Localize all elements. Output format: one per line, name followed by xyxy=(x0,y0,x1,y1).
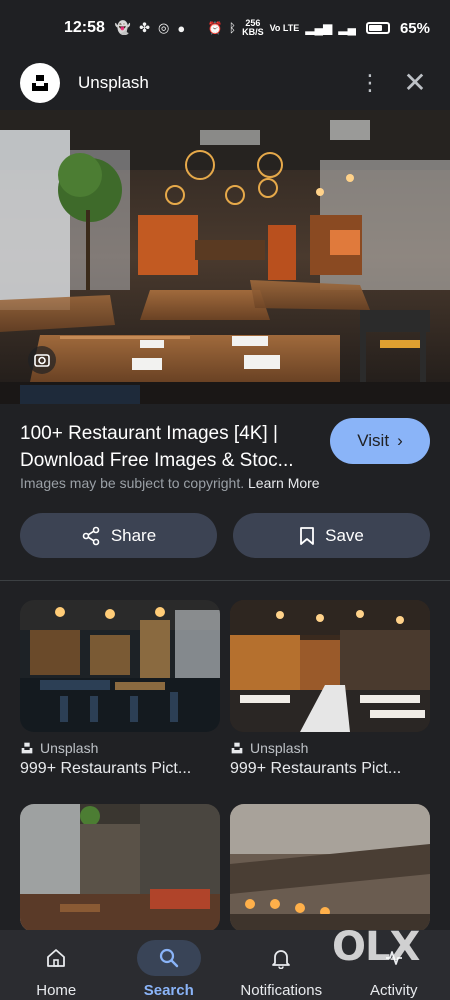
home-icon xyxy=(24,940,88,976)
restaurant-thumbnail xyxy=(20,804,220,932)
olx-watermark: OLX xyxy=(332,924,420,970)
net-speed: 256 KB/S xyxy=(242,18,264,37)
page-header: Unsplash ⋮ ✕ xyxy=(0,56,450,110)
nav-search[interactable]: Search xyxy=(113,930,226,1000)
restaurant-thumbnail xyxy=(230,804,430,932)
save-label: Save xyxy=(325,525,364,545)
site-name[interactable]: Unsplash xyxy=(78,73,350,93)
main-image[interactable] xyxy=(0,110,450,404)
related-source: Unsplash xyxy=(230,740,430,756)
related-source-label: Unsplash xyxy=(250,740,309,756)
related-source-label: Unsplash xyxy=(40,740,99,756)
related-image[interactable] xyxy=(230,804,430,932)
battery-percent: 65% xyxy=(399,19,430,37)
nav-notifications-label: Notifications xyxy=(240,982,323,999)
status-bar: 12:58 👻 ✤ ◎ ● ⏰ ᛒ 256 KB/S Vo LTE ▂▄▆ ▂▄ … xyxy=(0,0,450,56)
bookmark-icon xyxy=(300,526,315,545)
restaurant-thumbnail xyxy=(20,600,220,732)
nav-search-label: Search xyxy=(143,982,194,999)
action-row: Share Save xyxy=(20,513,430,558)
signal-icon: ▂▄▆ xyxy=(305,21,333,35)
lens-search-icon[interactable] xyxy=(28,346,56,374)
save-button[interactable]: Save xyxy=(233,513,430,558)
related-image[interactable] xyxy=(20,600,220,732)
unsplash-logo-icon xyxy=(32,75,48,91)
dot-icon: ● xyxy=(177,20,186,36)
result-title[interactable]: 100+ Restaurant Images [4K] | Download F… xyxy=(20,420,320,474)
close-icon[interactable]: ✕ xyxy=(400,69,430,97)
search-icon xyxy=(136,940,201,976)
nav-activity-label: Activity xyxy=(369,982,418,999)
network-type: Vo LTE xyxy=(269,22,300,33)
related-image[interactable] xyxy=(20,804,220,932)
copyright-notice: Images may be subject to copyright. Lear… xyxy=(20,475,320,491)
status-time: 12:58 xyxy=(64,19,105,36)
restaurant-thumbnail xyxy=(230,600,430,732)
unsplash-mini-icon xyxy=(231,742,243,754)
related-card[interactable]: Unsplash 999+ Restaurants Pict... xyxy=(230,600,430,778)
snapchat-icon: 👻 xyxy=(114,20,132,35)
learn-more-link[interactable]: Learn More xyxy=(248,475,320,491)
bluetooth-icon: ᛒ xyxy=(228,21,237,35)
share-icon xyxy=(82,526,100,545)
battery-icon xyxy=(365,22,390,34)
related-card[interactable]: Unsplash 999+ Restaurants Pict... xyxy=(20,600,220,778)
instagram-icon: ◎ xyxy=(158,20,170,35)
related-image[interactable] xyxy=(230,600,430,732)
signal-icon-2: ▂▄ xyxy=(338,21,356,35)
nav-home-label: Home xyxy=(36,982,77,999)
pinwheel-icon: ✤ xyxy=(139,20,151,35)
related-caption[interactable]: 999+ Restaurants Pict... xyxy=(20,760,220,778)
camera-search-icon xyxy=(34,354,50,367)
chevron-right-icon: › xyxy=(397,431,403,450)
more-vert-icon[interactable]: ⋮ xyxy=(350,70,390,96)
bell-icon xyxy=(249,940,313,976)
nav-home[interactable]: Home xyxy=(0,930,113,1000)
restaurant-photo xyxy=(0,110,450,404)
section-divider xyxy=(0,580,450,581)
unsplash-mini-icon xyxy=(21,742,33,754)
share-button[interactable]: Share xyxy=(20,513,217,558)
visit-label: Visit xyxy=(357,431,390,450)
related-caption[interactable]: 999+ Restaurants Pict... xyxy=(230,760,430,778)
alarm-icon: ⏰ xyxy=(207,21,223,35)
unsplash-logo[interactable] xyxy=(20,63,60,103)
share-label: Share xyxy=(110,525,157,545)
copyright-text: Images may be subject to copyright. xyxy=(20,475,245,491)
nav-notifications[interactable]: Notifications xyxy=(225,930,338,1000)
related-source: Unsplash xyxy=(20,740,220,756)
visit-button[interactable]: Visit › xyxy=(330,418,430,464)
